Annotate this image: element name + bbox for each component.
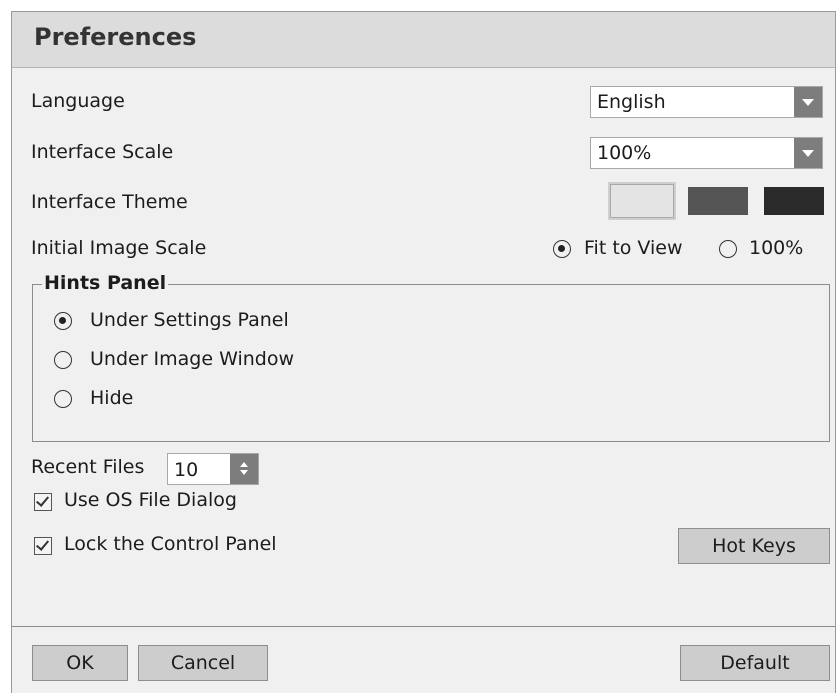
preferences-dialog: Preferences Language English Interface S… <box>11 11 836 693</box>
lock-control-panel-label[interactable]: Lock the Control Panel <box>64 533 277 555</box>
interface-scale-value: 100% <box>597 142 652 164</box>
under-settings-panel-radio[interactable] <box>54 312 72 330</box>
use-os-file-dialog-checkbox[interactable] <box>34 493 52 511</box>
cancel-button[interactable]: Cancel <box>138 645 268 681</box>
theme-dark-swatch[interactable] <box>764 187 824 215</box>
interface-scale-label: Interface Scale <box>31 141 174 163</box>
under-settings-panel-label[interactable]: Under Settings Panel <box>90 309 289 331</box>
lock-control-panel-checkbox[interactable] <box>34 537 52 555</box>
hot-keys-button[interactable]: Hot Keys <box>678 528 830 564</box>
interface-scale-dropdown[interactable]: 100% <box>590 137 823 169</box>
hints-panel-title: Hints Panel <box>42 272 169 294</box>
under-image-window-label[interactable]: Under Image Window <box>90 348 294 370</box>
interface-theme-label: Interface Theme <box>31 191 188 213</box>
dialog-titlebar: Preferences <box>12 12 835 68</box>
scale-100-radio[interactable] <box>719 240 737 258</box>
language-label: Language <box>31 90 125 112</box>
ok-button[interactable]: OK <box>32 645 128 681</box>
language-dropdown[interactable]: English <box>590 86 823 118</box>
recent-files-label: Recent Files <box>31 456 145 478</box>
chevron-down-icon[interactable] <box>794 138 822 168</box>
chevron-down-icon[interactable] <box>794 87 822 117</box>
language-value: English <box>597 91 666 113</box>
hide-hints-radio[interactable] <box>54 390 72 408</box>
recent-files-spinbox[interactable]: 10 <box>167 453 259 485</box>
default-button[interactable]: Default <box>680 645 830 681</box>
under-image-window-radio[interactable] <box>54 351 72 369</box>
use-os-file-dialog-label[interactable]: Use OS File Dialog <box>64 489 237 511</box>
initial-image-scale-label: Initial Image Scale <box>31 237 207 259</box>
dialog-title: Preferences <box>34 23 197 51</box>
scale-100-label[interactable]: 100% <box>749 237 803 259</box>
theme-gray-swatch[interactable] <box>688 187 748 215</box>
spin-arrows-icon[interactable] <box>230 454 258 484</box>
hide-hints-label[interactable]: Hide <box>90 387 133 409</box>
theme-light-swatch[interactable] <box>608 182 676 220</box>
fit-to-view-radio[interactable] <box>553 240 571 258</box>
fit-to-view-label[interactable]: Fit to View <box>584 237 683 259</box>
recent-files-value[interactable]: 10 <box>174 459 198 481</box>
footer-divider <box>12 626 835 627</box>
